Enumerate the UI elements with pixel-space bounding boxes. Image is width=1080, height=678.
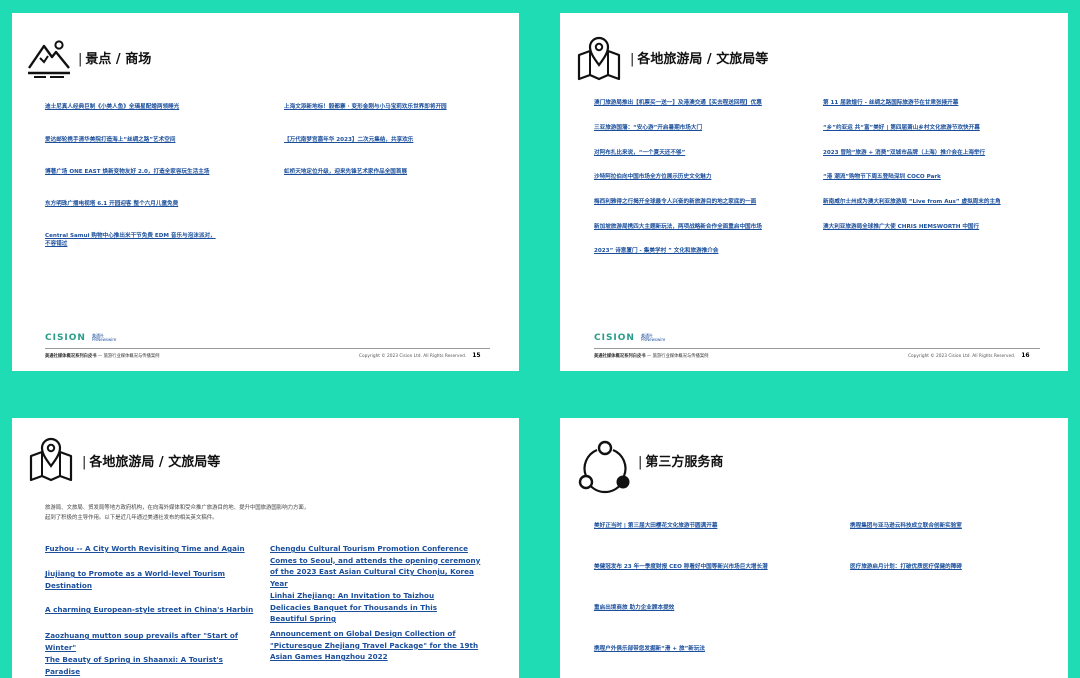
news-link[interactable]: Central Samui 购物中心推出米干节免费 EDM 音乐与泡沫派对， 不… bbox=[45, 232, 216, 248]
news-link[interactable]: Announcement on Global Design Collection… bbox=[270, 628, 490, 663]
news-link[interactable]: 携程集团与亚马逊云科技成立联合创新实验室 bbox=[850, 522, 962, 530]
news-link[interactable]: 重启出境商旅 助力企业顾本提效 bbox=[594, 604, 674, 612]
news-link[interactable]: 对阿布扎比来说，“一个夏天还不够” bbox=[594, 149, 685, 157]
news-link[interactable]: Chengdu Cultural Tourism Promotion Confe… bbox=[270, 543, 488, 589]
footer-divider bbox=[45, 348, 490, 349]
slide-third-party: | 第三方服务商 美好正当时 | 第三届大田樱花文化旅游节圆满开幕 美健冠发布 2… bbox=[560, 418, 1068, 678]
news-link[interactable]: 东方明珠广播电视塔 6.1 开园迎客 整个六月儿童免费 bbox=[45, 200, 178, 208]
page-title: | 各地旅游局 / 文旅局等 bbox=[82, 455, 221, 470]
news-link[interactable]: 医疗旅游启月计划：打破优质医疗保健的障碍 bbox=[850, 563, 962, 571]
news-link[interactable]: 澳大利亚旅游局全球推广大使 CHRIS HEMSWORTH 中国行 bbox=[823, 223, 979, 231]
news-link[interactable]: 2023” 诗意厦门 - 集美学村 ” 文化和旅游推介会 bbox=[594, 247, 718, 255]
slide-tourism-bureaus: | 各地旅游局 / 文旅局等 澳门旅游局推出【机票买一送一】及港澳交通【买去程送回… bbox=[560, 13, 1068, 371]
news-link[interactable]: 新南威尔士州成为澳大利亚旅游局 “Live from Aus” 虚拟周末的主角 bbox=[823, 198, 1001, 206]
slide-attractions: | 景点 / 商场 迪士尼真人经典巨制《小美人鱼》全璃星配婚两领睡光 爱达邮轮携手… bbox=[12, 13, 519, 371]
news-link[interactable]: 梅西利雅得之行揭开全球最令人兴奋的新旅游目的地之家底的一面 bbox=[594, 198, 756, 206]
footer-series: 美通社媒体概况系列白皮书 — 旅游行业媒体概况与传播案例 bbox=[45, 354, 160, 359]
footer-copyright: Copyright © 2023 Cision Ltd. All Rights … bbox=[908, 352, 1030, 359]
news-link[interactable]: 澳门旅游局推出【机票买一送一】及港澳交通【买去程送回程】优惠 bbox=[594, 99, 762, 107]
news-link[interactable]: 虹桥天地定位升级，迎来先锋艺术家作品全国首展 bbox=[284, 168, 407, 176]
news-link[interactable]: 美健冠发布 23 年一季度财报 CEO 称看好中国等新兴市场巨大增长潜 bbox=[594, 563, 768, 571]
news-link[interactable]: 【万代南梦宫嘉年华 2023】二次元集结，共享欢乐 bbox=[284, 136, 413, 144]
footer-divider bbox=[594, 348, 1040, 349]
news-link[interactable]: 新加坡旅游局携四大主题新玩法，两项战略新合作全面重启中国市场 bbox=[594, 223, 762, 231]
news-link[interactable]: Zaozhuang mutton soup prevails after "St… bbox=[45, 630, 260, 653]
news-link[interactable]: 博著广场 ONE EAST 焕新变物友好 2.0，打造全家容玩生活主场 bbox=[45, 168, 209, 176]
page-title: | 景点 / 商场 bbox=[78, 52, 152, 67]
news-link[interactable]: Fuzhou -- A City Worth Revisiting Time a… bbox=[45, 543, 255, 555]
page-number: 15 bbox=[472, 352, 481, 359]
map-pin-icon bbox=[29, 437, 73, 482]
news-link[interactable]: 第 11 届敦煌行 - 丝绸之路国际旅游节在甘肃张掖开幕 bbox=[823, 99, 958, 107]
page-number: 16 bbox=[1021, 352, 1030, 359]
intro-text: 旅游局、文旅局、贸发局等地方政府机构，在向海外媒体和受众推广旅游目的地、提升中国… bbox=[45, 505, 310, 521]
prnewswire-logo: 美通社 PRNewswire bbox=[640, 332, 666, 342]
news-link[interactable]: 携程户外俱乐部带您发掘新“滑 + 旅”新玩法 bbox=[594, 645, 705, 653]
news-link[interactable]: Jiujiang to Promote as a World-level Tou… bbox=[45, 568, 230, 591]
map-pin-icon bbox=[577, 36, 621, 81]
mountain-icon bbox=[28, 40, 70, 78]
cision-logo: CISION bbox=[45, 333, 86, 343]
news-link[interactable]: 上海文添新地标！毅都寨 · 变形金刚与小马宝莉欢乐世界即将开园 bbox=[284, 103, 447, 111]
cision-logo: CISION bbox=[594, 333, 635, 343]
footer-logos: CISION 美通社 PRNewswire bbox=[594, 333, 665, 343]
news-link[interactable]: 迪士尼真人经典巨制《小美人鱼》全璃星配婚两领睡光 bbox=[45, 103, 179, 111]
news-link[interactable]: A charming European-style street in Chin… bbox=[45, 604, 255, 616]
news-link[interactable]: Linhai Zhejiang: An Invitation to Taizho… bbox=[270, 590, 470, 625]
news-link[interactable]: 爱达邮轮携手清华美院打造海上“丝绸之路”艺术空间 bbox=[45, 136, 175, 144]
footer-series: 美通社媒体概况系列白皮书 — 旅游行业媒体概况与传播案例 bbox=[594, 354, 709, 359]
news-link[interactable]: 沙特阿拉伯向中国市场全方位展示历史文化魅力 bbox=[594, 173, 711, 181]
footer-copyright: Copyright © 2023 Cision Ltd. All Rights … bbox=[359, 352, 481, 359]
slide-tourism-bureaus-english: | 各地旅游局 / 文旅局等 旅游局、文旅局、贸发局等地方政府机构，在向海外媒体和… bbox=[12, 418, 519, 678]
footer-logos: CISION 美通社 PRNewswire bbox=[45, 333, 116, 343]
page-title: | 第三方服务商 bbox=[638, 455, 724, 470]
news-link[interactable]: 三亚旅游国藩：“安心游”开启暑期市场大门 bbox=[594, 124, 702, 132]
news-link[interactable]: 2023 冒险“旅游 + 消费”双城市品牌（上海）推介会在上海举行 bbox=[823, 149, 985, 157]
news-link[interactable]: “港 潮流”购物节下周五登陆深圳 COCO Park bbox=[823, 173, 941, 181]
news-link[interactable]: “乡”约亚运 共“富”美好 | 第四届萧山乡村文化旅游节欢快开幕 bbox=[823, 124, 980, 132]
page-title: | 各地旅游局 / 文旅局等 bbox=[630, 52, 769, 67]
news-link[interactable]: 美好正当时 | 第三届大田樱花文化旅游节圆满开幕 bbox=[594, 522, 717, 530]
prnewswire-logo: 美通社 PRNewswire bbox=[91, 332, 117, 342]
news-link[interactable]: The Beauty of Spring in Shaanxi: A Touri… bbox=[45, 654, 260, 677]
network-cycle-icon bbox=[578, 440, 630, 494]
